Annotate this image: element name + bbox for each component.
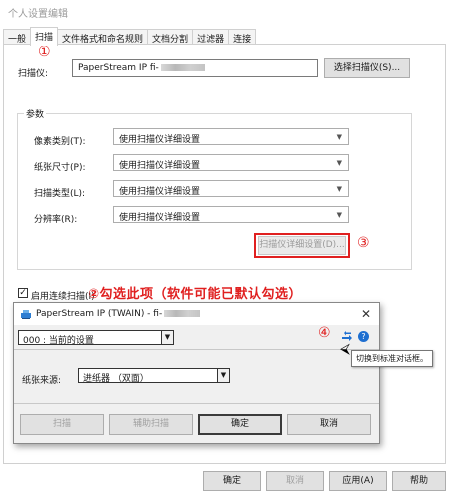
chevron-down-icon: ▼: [336, 185, 342, 193]
scan-type-label: 扫描类型(L):: [34, 189, 86, 199]
paperstream-popup: PaperStream IP (TWAIN) - fi- ✕ 000 : 当前的…: [13, 302, 380, 444]
chevron-down-icon: ▼: [161, 331, 173, 344]
popup-title: PaperStream IP (TWAIN) - fi-: [36, 309, 201, 319]
scanner-name-text: PaperStream IP fi-: [78, 63, 159, 73]
params-group-title: 参数: [24, 107, 47, 120]
chevron-down-icon: ▼: [336, 211, 342, 219]
paper-source-value: 进纸器 （双面）: [83, 374, 149, 384]
cancel-button[interactable]: 取消: [266, 471, 324, 491]
help-button[interactable]: 帮助: [392, 471, 446, 491]
mouse-cursor-icon: ⮘: [340, 341, 350, 357]
scan-type-select[interactable]: 使用扫描仪详细设置 ▼: [113, 180, 349, 197]
resolution-label: 分辨率(R):: [34, 215, 78, 225]
chevron-down-icon: ▼: [336, 159, 342, 167]
switch-dialog-tooltip: 切换到标准对话框。: [351, 350, 433, 367]
redacted-model-mark: [160, 64, 205, 71]
popup-separator: [14, 349, 379, 350]
resolution-value: 使用扫描仪详细设置: [119, 213, 201, 223]
assist-scan-button[interactable]: 辅助扫描: [109, 414, 193, 435]
scanner-name-field: PaperStream IP fi-: [72, 59, 318, 77]
apply-button[interactable]: 应用(A): [329, 471, 387, 491]
tab-general[interactable]: 一般: [3, 29, 32, 45]
popup-titlebar: PaperStream IP (TWAIN) - fi- ✕: [14, 303, 379, 325]
resolution-select[interactable]: 使用扫描仪详细设置 ▼: [113, 206, 349, 223]
popup-cancel-button[interactable]: 取消: [287, 414, 371, 435]
popup-title-text: PaperStream IP (TWAIN) - fi-: [36, 309, 163, 319]
window-title: 个人设置编辑: [8, 9, 68, 20]
profile-value: 000 : 当前的设置: [23, 336, 94, 346]
paper-size-select[interactable]: 使用扫描仪详细设置 ▼: [113, 154, 349, 171]
annotation-4: ④: [318, 325, 331, 341]
scanner-icon: [21, 310, 31, 319]
pixel-type-label: 像素类别(T):: [34, 137, 86, 147]
popup-separator: [14, 403, 379, 404]
annotation-2: ②勾选此项（软件可能已默认勾选）: [88, 287, 303, 302]
tab-filter[interactable]: 过滤器: [192, 29, 230, 45]
tab-file-format[interactable]: 文件格式和命名规则: [57, 29, 149, 45]
paper-size-label: 纸张尺寸(P):: [34, 163, 86, 173]
redacted-model-mark: [164, 310, 201, 317]
scan-type-value: 使用扫描仪详细设置: [119, 187, 201, 197]
close-icon[interactable]: ✕: [361, 307, 371, 321]
chevron-down-icon: ▼: [336, 133, 342, 141]
continuous-scan-checkbox[interactable]: ✓: [18, 288, 28, 298]
paper-size-value: 使用扫描仪详细设置: [119, 161, 201, 171]
annotation-3: ③: [357, 235, 370, 251]
continuous-scan-label: 启用连续扫描(I): [31, 292, 95, 302]
scanner-label: 扫描仪:: [18, 69, 49, 79]
paper-source-select[interactable]: 进纸器 （双面） ▼: [78, 368, 230, 384]
profile-select[interactable]: 000 : 当前的设置 ▼: [18, 330, 174, 346]
paper-source-label: 纸张来源:: [22, 376, 62, 386]
select-scanner-button[interactable]: 选择扫描仪(S)...: [324, 58, 410, 78]
tab-connection[interactable]: 连接: [228, 29, 257, 45]
tab-strip: 一般 扫描 文件格式和命名规则 文档分割 过滤器 连接: [3, 27, 257, 46]
chevron-down-icon: ▼: [217, 369, 229, 382]
window-titlebar: 个人设置编辑: [0, 0, 451, 22]
pixel-type-select[interactable]: 使用扫描仪详细设置 ▼: [113, 128, 349, 145]
ok-button[interactable]: 确定: [203, 471, 261, 491]
annotation-1: ①: [38, 44, 51, 60]
help-icon[interactable]: ?: [358, 331, 369, 342]
pixel-type-value: 使用扫描仪详细设置: [119, 135, 201, 145]
tab-scan[interactable]: 扫描: [30, 27, 59, 46]
popup-ok-button[interactable]: 确定: [198, 414, 282, 435]
tab-document-split[interactable]: 文档分割: [147, 29, 194, 45]
scan-button[interactable]: 扫描: [20, 414, 104, 435]
scanner-detail-settings-button[interactable]: 扫描仪详细设置(D)...: [258, 236, 346, 255]
